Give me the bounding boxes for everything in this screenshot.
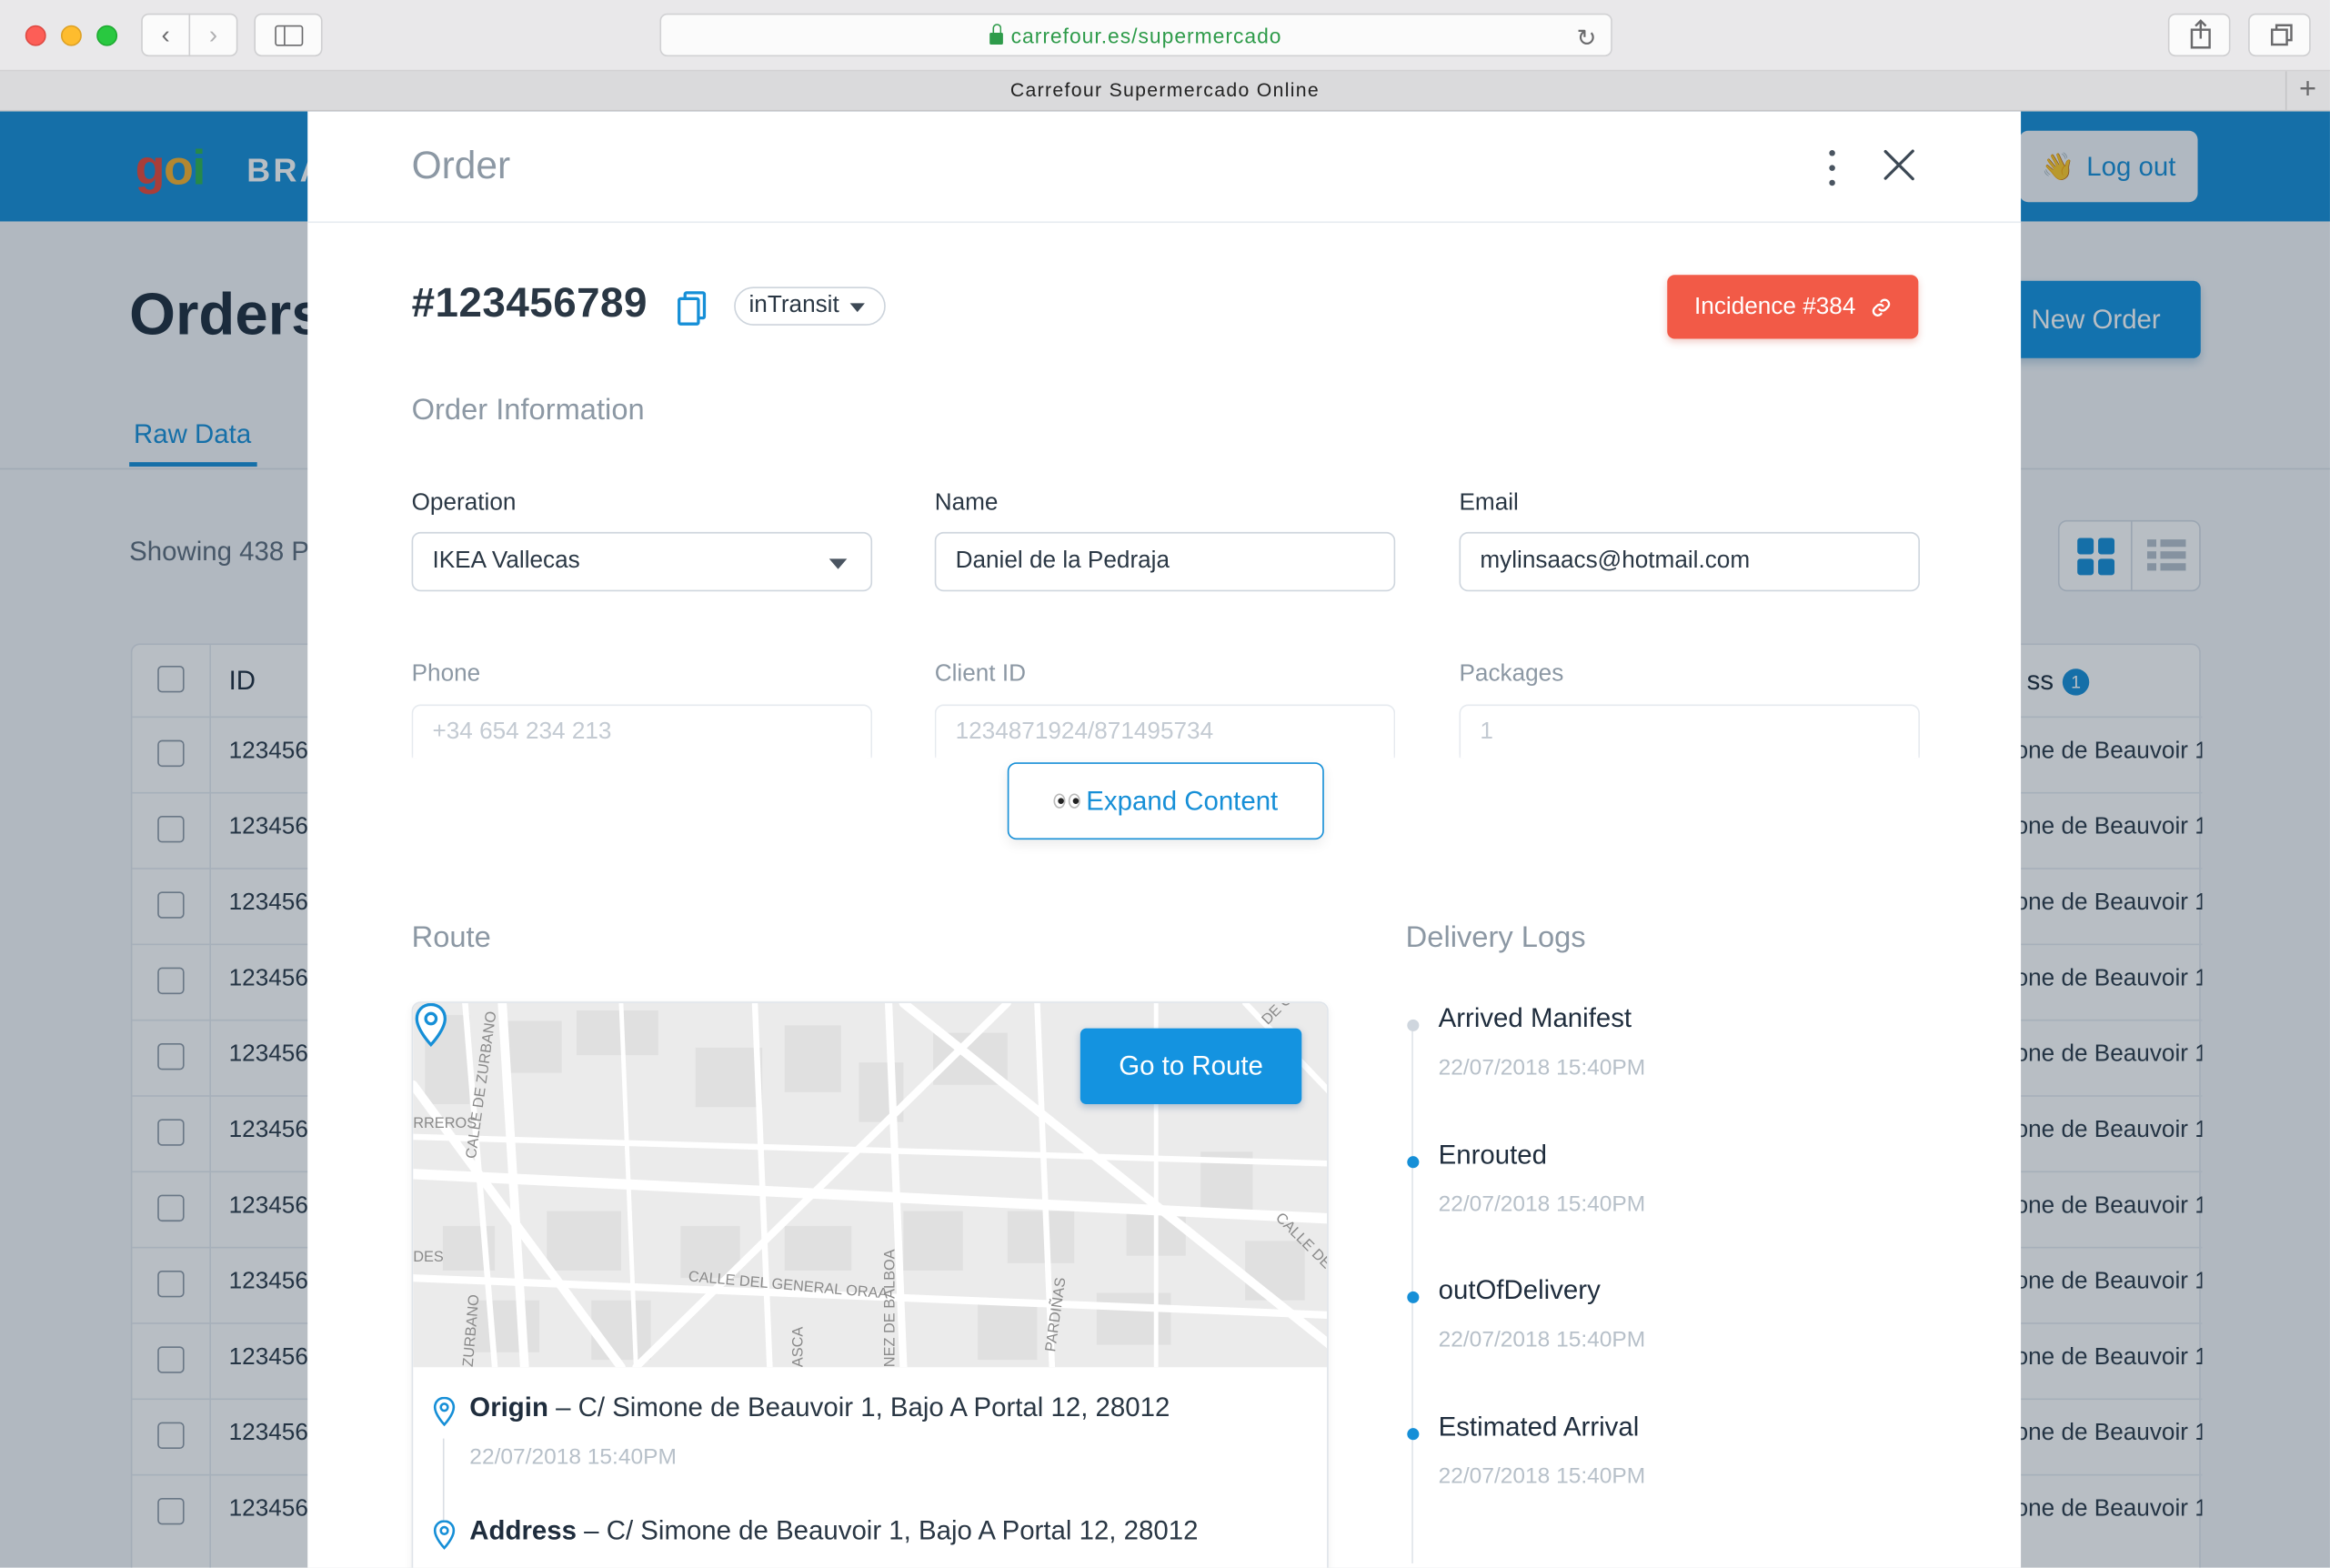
delivery-logs-heading: Delivery Logs bbox=[1405, 921, 1586, 954]
copy-icon[interactable] bbox=[678, 291, 707, 326]
modal-header: Order bbox=[307, 112, 2022, 224]
client-id-field[interactable]: 1234871924/871495734 bbox=[934, 704, 1396, 759]
sidebar-icon bbox=[274, 24, 303, 45]
lock-icon bbox=[989, 23, 1004, 45]
log-time: 22/07/2018 15:40PM bbox=[1438, 1055, 1646, 1081]
expand-content-button[interactable]: Expand Content bbox=[1007, 762, 1324, 840]
share-button[interactable] bbox=[2167, 13, 2231, 57]
order-information-heading: Order Information bbox=[411, 393, 645, 427]
incidence-label: Incidence #384 bbox=[1694, 293, 1856, 319]
log-title: outOfDelivery bbox=[1438, 1274, 1601, 1305]
caret-down-icon bbox=[829, 558, 848, 569]
sidebar-toggle-button[interactable] bbox=[254, 13, 323, 57]
show-tabs-button[interactable] bbox=[2248, 13, 2311, 57]
log-dot-icon bbox=[1407, 1019, 1420, 1031]
email-label: Email bbox=[1459, 490, 1519, 516]
route-heading: Route bbox=[411, 921, 491, 954]
order-number: #123456789 bbox=[411, 279, 648, 326]
log-dot-icon bbox=[1407, 1427, 1420, 1440]
caret-down-icon bbox=[849, 303, 865, 313]
status-label: inTransit bbox=[748, 292, 839, 318]
log-title: Arrived Manifest bbox=[1438, 1002, 1632, 1033]
forward-button[interactable]: › bbox=[188, 13, 238, 57]
address-pin-icon bbox=[433, 1520, 456, 1550]
email-field[interactable]: mylinsaacs@hotmail.com bbox=[1459, 531, 1920, 592]
tab-bar: Carrefour Supermercado Online + bbox=[0, 71, 2330, 112]
eyes-icon bbox=[1053, 793, 1080, 809]
name-label: Name bbox=[934, 490, 999, 516]
go-to-route-button[interactable]: Go to Route bbox=[1080, 1028, 1302, 1104]
share-icon bbox=[2190, 19, 2211, 49]
log-title: Enrouted bbox=[1438, 1139, 1547, 1170]
chevron-right-icon: › bbox=[208, 20, 218, 49]
address-bar[interactable]: carrefour.es/supermercado ↻ bbox=[659, 13, 1612, 57]
route-card: CALLE DE ZURBANO RREROS CALLE DEL GENERA… bbox=[411, 1001, 1329, 1568]
tab-title[interactable]: Carrefour Supermercado Online bbox=[1010, 79, 1320, 102]
browser-titlebar: ‹ › carrefour.es/supermercado ↻ bbox=[0, 0, 2330, 72]
tabs-icon bbox=[2271, 24, 2293, 46]
log-dot-icon bbox=[1407, 1155, 1420, 1168]
packages-label: Packages bbox=[1459, 661, 1564, 687]
route-stop-origin: Origin – C/ Simone de Beauvoir 1, Bajo A… bbox=[469, 1392, 1170, 1422]
operation-label: Operation bbox=[411, 490, 517, 516]
zoom-window-button[interactable] bbox=[96, 25, 118, 46]
close-icon[interactable] bbox=[1882, 147, 1917, 183]
log-title: Estimated Arrival bbox=[1438, 1411, 1640, 1442]
name-field[interactable]: Daniel de la Pedraja bbox=[934, 531, 1396, 592]
more-options-icon[interactable] bbox=[1824, 150, 1839, 186]
order-modal: Order #123456789 inTransit Incidence #38… bbox=[307, 111, 2022, 1568]
origin-time: 22/07/2018 15:40PM bbox=[469, 1444, 677, 1470]
log-time: 22/07/2018 15:40PM bbox=[1438, 1191, 1646, 1217]
chevron-left-icon: ‹ bbox=[161, 20, 170, 49]
new-tab-button[interactable]: + bbox=[2285, 71, 2330, 110]
route-map[interactable]: CALLE DE ZURBANO RREROS CALLE DEL GENERA… bbox=[413, 1002, 1328, 1368]
location-pin-icon[interactable] bbox=[413, 1002, 448, 1048]
map-street-label: ASCA bbox=[789, 1327, 806, 1368]
route-stop-address: Address – C/ Simone de Beauvoir 1, Bajo … bbox=[469, 1515, 1199, 1546]
modal-title: Order bbox=[411, 142, 511, 187]
map-street-label: DES bbox=[413, 1249, 444, 1265]
link-icon bbox=[1872, 297, 1890, 317]
incidence-button[interactable]: Incidence #384 bbox=[1667, 275, 1919, 339]
url-text: carrefour.es/supermercado bbox=[1010, 23, 1282, 47]
minimize-window-button[interactable] bbox=[60, 25, 82, 46]
log-dot-icon bbox=[1407, 1291, 1420, 1303]
screen: ‹ › carrefour.es/supermercado ↻ Carrefou… bbox=[0, 0, 2330, 1568]
origin-pin-icon bbox=[433, 1396, 456, 1427]
client-id-label: Client ID bbox=[934, 661, 1026, 687]
expand-content-label: Expand Content bbox=[1086, 785, 1279, 816]
packages-field[interactable]: 1 bbox=[1459, 704, 1920, 759]
back-button[interactable]: ‹ bbox=[141, 13, 191, 57]
status-dropdown[interactable]: inTransit bbox=[734, 286, 886, 326]
operation-select[interactable]: IKEA Vallecas bbox=[411, 531, 873, 592]
phone-label: Phone bbox=[411, 661, 481, 687]
map-street-label: RREROS bbox=[413, 1115, 477, 1131]
map-street-label: NEZ DE BALBOA bbox=[882, 1249, 899, 1367]
log-time: 22/07/2018 15:40PM bbox=[1438, 1327, 1646, 1352]
close-window-button[interactable] bbox=[25, 25, 46, 46]
reload-icon[interactable]: ↻ bbox=[1577, 24, 1598, 54]
phone-field[interactable]: +34 654 234 213 bbox=[411, 704, 873, 759]
log-time: 22/07/2018 15:40PM bbox=[1438, 1462, 1646, 1489]
